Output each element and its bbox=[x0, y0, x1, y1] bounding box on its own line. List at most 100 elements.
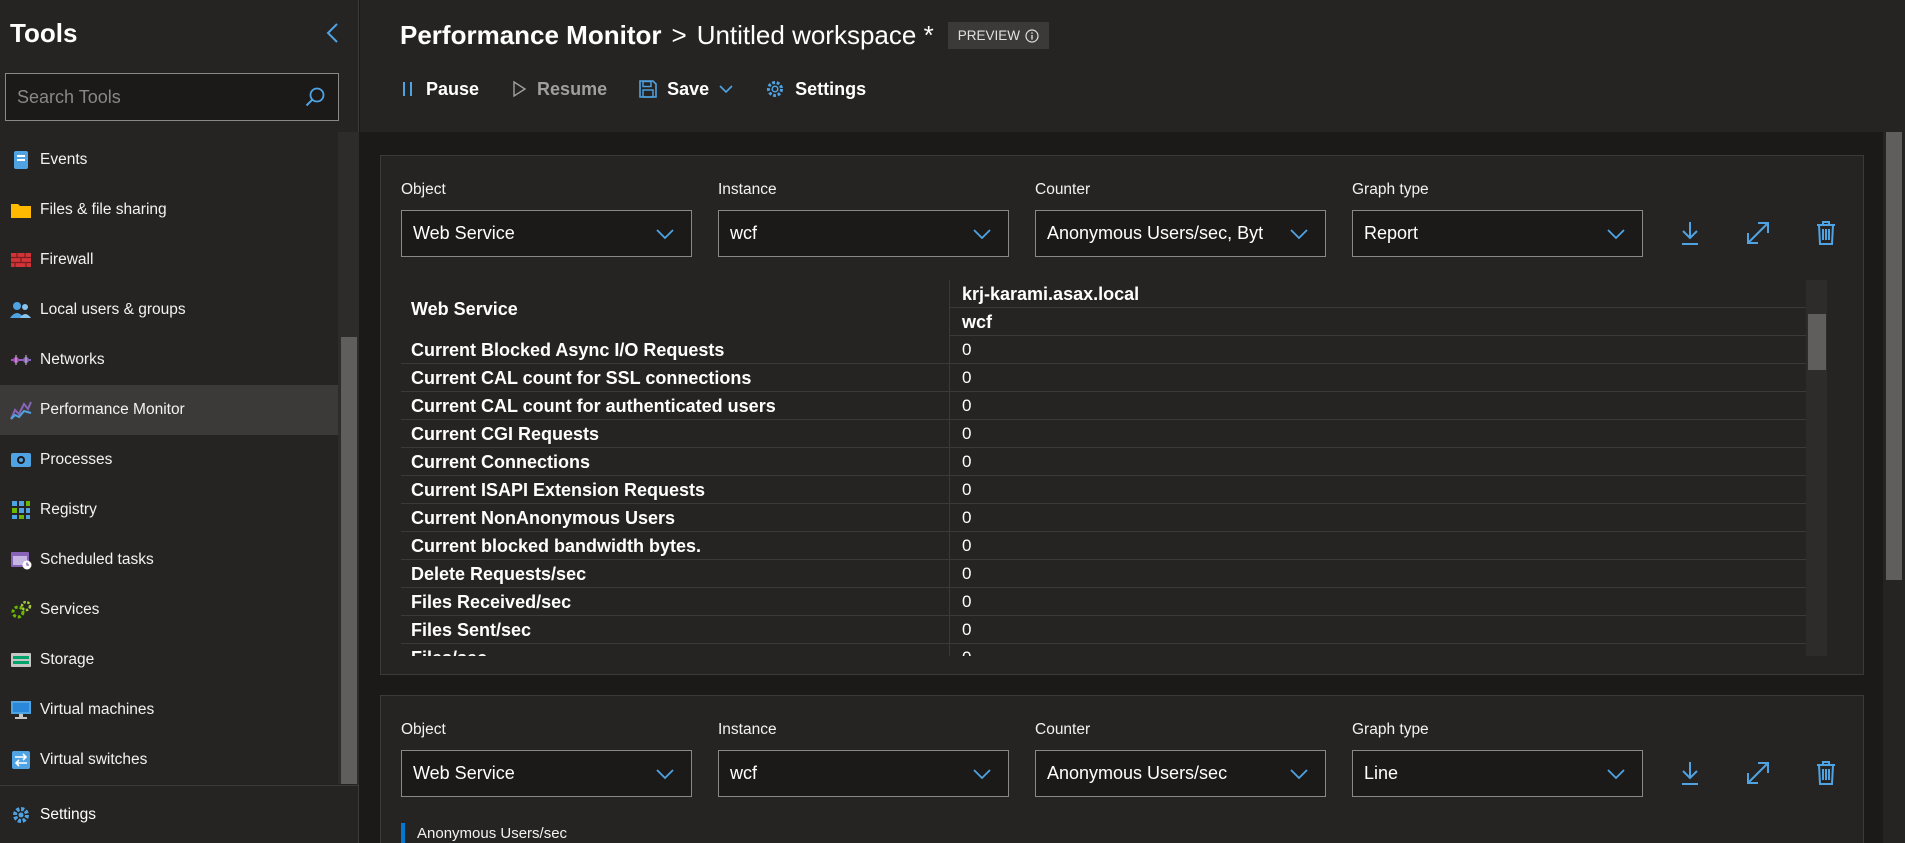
events-icon bbox=[10, 149, 32, 171]
sidebar-item-networks[interactable]: Networks bbox=[0, 335, 338, 385]
panel-fields: Object Web Service Instance wcf Counter … bbox=[401, 721, 1669, 797]
panel-actions bbox=[1675, 218, 1841, 248]
download-icon bbox=[1682, 222, 1698, 245]
counter-value-cell: 0 bbox=[949, 504, 1826, 531]
counter-dropdown[interactable]: Anonymous Users/sec, Byt bbox=[1035, 210, 1326, 257]
table-row: Current Blocked Async I/O Requests 0 bbox=[401, 336, 1826, 364]
collapse-sidebar-button[interactable] bbox=[320, 20, 346, 46]
expand-button[interactable] bbox=[1743, 758, 1773, 788]
chevron-down-icon bbox=[656, 229, 674, 240]
sidebar-scrollbar-thumb[interactable] bbox=[341, 337, 357, 784]
instance-dropdown[interactable]: wcf bbox=[718, 750, 1009, 797]
counter-dropdown[interactable]: Anonymous Users/sec bbox=[1035, 750, 1326, 797]
table-row: Files Sent/sec 0 bbox=[401, 616, 1826, 644]
sidebar-item-virtual-switches[interactable]: Virtual switches bbox=[0, 735, 338, 785]
search-tools-box[interactable] bbox=[5, 73, 339, 121]
settings-label: Settings bbox=[795, 78, 867, 99]
search-icon[interactable] bbox=[304, 86, 326, 108]
tools-sidebar: Tools Events Files & file sharing Firewa… bbox=[0, 0, 359, 843]
legend-swatch bbox=[401, 823, 405, 843]
sidebar-scrollbar[interactable] bbox=[338, 132, 359, 784]
sidebar-item-virtual-machines[interactable]: Virtual machines bbox=[0, 685, 338, 735]
sidebar-item-scheduled-tasks[interactable]: Scheduled tasks bbox=[0, 535, 338, 585]
gear-icon bbox=[10, 804, 32, 826]
sidebar-item-label: Events bbox=[40, 151, 88, 168]
counter-name: Files Received/sec bbox=[411, 592, 572, 612]
delete-button[interactable] bbox=[1811, 758, 1841, 788]
download-button[interactable] bbox=[1675, 758, 1705, 788]
instance-value: wcf bbox=[730, 763, 757, 783]
sidebar-item-label: Files & file sharing bbox=[40, 201, 167, 218]
counter-value-cell: 0 bbox=[949, 532, 1826, 559]
pause-button[interactable]: Pause bbox=[400, 79, 479, 100]
sidebar-item-storage[interactable]: Storage bbox=[0, 635, 338, 685]
object-dropdown[interactable]: Web Service bbox=[401, 210, 692, 257]
breadcrumb-separator: > bbox=[671, 20, 687, 50]
sidebar-item-processes[interactable]: Processes bbox=[0, 435, 338, 485]
counter-name: Files/sec bbox=[401, 644, 949, 656]
main-scrollbar[interactable] bbox=[1883, 132, 1905, 843]
counter-name: Current Connections bbox=[411, 452, 591, 472]
table-row: Current Connections 0 bbox=[401, 448, 1826, 476]
graph-type-value: Report bbox=[1364, 223, 1419, 243]
sidebar-settings[interactable]: Settings bbox=[0, 785, 358, 843]
counter-value-cell: 0 bbox=[949, 364, 1826, 391]
graph-type-dropdown[interactable]: Report bbox=[1352, 210, 1643, 257]
counter-panel-line: Object Web Service Instance wcf Counter … bbox=[380, 695, 1864, 843]
header: Performance Monitor > Untitled workspace… bbox=[360, 0, 1905, 132]
panel-fields: Object Web Service Instance wcf Counter … bbox=[401, 181, 1669, 257]
delete-button[interactable] bbox=[1811, 218, 1841, 248]
sidebar-item-label: Processes bbox=[40, 451, 113, 468]
table-row: Current ISAPI Extension Requests 0 bbox=[401, 476, 1826, 504]
save-icon bbox=[639, 80, 657, 98]
resume-button[interactable]: Resume bbox=[511, 79, 607, 100]
sidebar-item-label: Registry bbox=[40, 501, 97, 518]
counter-name: Current CAL count for SSL connections bbox=[411, 368, 752, 388]
object-value: Web Service bbox=[413, 223, 515, 243]
graph-type-dropdown[interactable]: Line bbox=[1352, 750, 1643, 797]
chevron-down-icon bbox=[973, 769, 991, 780]
save-button[interactable]: Save bbox=[639, 79, 733, 100]
chevron-down-icon bbox=[656, 769, 674, 780]
counter-panel-report: Object Web Service Instance wcf Counter … bbox=[380, 155, 1864, 675]
counter-value-cell: 0 bbox=[949, 476, 1826, 503]
instance-dropdown[interactable]: wcf bbox=[718, 210, 1009, 257]
sidebar-item-performance-monitor[interactable]: Performance Monitor bbox=[0, 385, 338, 435]
panel-actions bbox=[1675, 758, 1841, 788]
object-label: Object bbox=[401, 721, 446, 738]
sidebar-item-label: Services bbox=[40, 601, 100, 618]
preview-badge[interactable]: PREVIEW bbox=[947, 22, 1049, 49]
table-row: Current blocked bandwidth bytes. 0 bbox=[401, 532, 1826, 560]
sidebar-item-registry[interactable]: Registry bbox=[0, 485, 338, 535]
users-icon bbox=[10, 299, 32, 321]
sidebar-item-files[interactable]: Files & file sharing bbox=[0, 185, 338, 235]
counter-field: Counter Anonymous Users/sec, Byt bbox=[1035, 181, 1326, 257]
sidebar-item-events[interactable]: Events bbox=[0, 135, 338, 185]
instance-field: Instance wcf bbox=[718, 721, 1009, 797]
gear-icon bbox=[767, 81, 784, 97]
expand-button[interactable] bbox=[1743, 218, 1773, 248]
report-scrollbar-thumb[interactable] bbox=[1808, 314, 1826, 370]
sidebar-item-firewall[interactable]: Firewall bbox=[0, 235, 338, 285]
settings-button[interactable]: Settings bbox=[765, 79, 866, 100]
table-row: Delete Requests/sec 0 bbox=[401, 560, 1826, 588]
legend-label: Anonymous Users/sec bbox=[417, 824, 568, 842]
table-row: Current CAL count for authenticated user… bbox=[401, 392, 1826, 420]
search-tools-input[interactable] bbox=[6, 74, 338, 120]
report-instance: wcf bbox=[949, 308, 1826, 336]
info-icon bbox=[1025, 28, 1039, 43]
graph-type-label: Graph type bbox=[1352, 721, 1429, 738]
report-scrollbar[interactable] bbox=[1806, 280, 1827, 656]
sidebar-item-local-users[interactable]: Local users & groups bbox=[0, 285, 338, 335]
counter-name: Current NonAnonymous Users bbox=[411, 508, 676, 528]
main-scrollbar-thumb[interactable] bbox=[1886, 132, 1902, 580]
performance-icon bbox=[10, 399, 32, 421]
counter-name: Current Blocked Async I/O Requests bbox=[411, 340, 725, 360]
sidebar-item-label: Performance Monitor bbox=[40, 401, 185, 418]
chart-legend: Anonymous Users/sec bbox=[401, 823, 567, 843]
object-dropdown[interactable]: Web Service bbox=[401, 750, 692, 797]
sidebar-item-label: Networks bbox=[40, 351, 105, 368]
sidebar-item-services[interactable]: Services bbox=[0, 585, 338, 635]
download-button[interactable] bbox=[1675, 218, 1705, 248]
registry-icon bbox=[10, 499, 32, 521]
